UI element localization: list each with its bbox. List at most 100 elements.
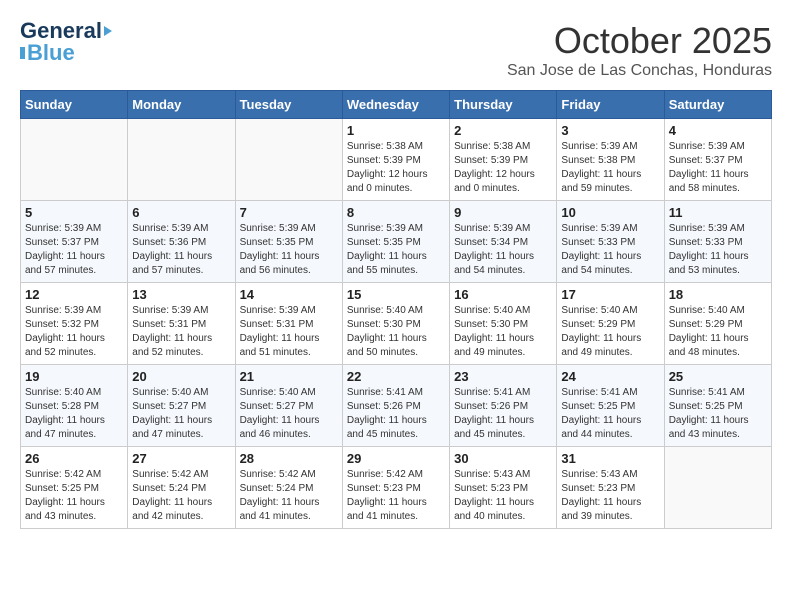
calendar-cell: 22Sunrise: 5:41 AMSunset: 5:26 PMDayligh… xyxy=(342,365,449,447)
calendar-cell: 7 Sunrise: 5:39 AMSunset: 5:35 PMDaylight… xyxy=(235,201,342,283)
calendar-cell: 20Sunrise: 5:40 AMSunset: 5:27 PMDayligh… xyxy=(128,365,235,447)
calendar-cell: 18 Sunrise: 5:40 AMSunset: 5:29 PMDayligh… xyxy=(664,283,771,365)
day-info: Sunrise: 5:42 AMSunset: 5:23 PMDaylight:… xyxy=(347,468,445,524)
day-number: 22 xyxy=(347,369,445,384)
calendar-title: October 2025 xyxy=(507,20,772,62)
day-info: Sunrise: 5:40 AMSunset: 5:29 PMDaylight:… xyxy=(561,304,659,360)
day-number: 19 xyxy=(25,369,123,384)
calendar-cell: 25 Sunrise: 5:41 AMSunset: 5:25 PMDayligh… xyxy=(664,365,771,447)
calendar-cell: 6 Sunrise: 5:39 AMSunset: 5:36 PMDaylight… xyxy=(128,201,235,283)
calendar-cell: 21 Sunrise: 5:40 AMSunset: 5:27 PMDayligh… xyxy=(235,365,342,447)
day-number: 12 xyxy=(25,287,123,302)
day-info: Sunrise: 5:38 AMSunset: 5:39 PMDaylight:… xyxy=(347,140,445,196)
calendar-cell: 19Sunrise: 5:40 AMSunset: 5:28 PMDayligh… xyxy=(21,365,128,447)
day-number: 27 xyxy=(132,451,230,466)
calendar-cell: 17 Sunrise: 5:40 AMSunset: 5:29 PMDayligh… xyxy=(557,283,664,365)
day-info: Sunrise: 5:39 AMSunset: 5:31 PMDaylight:… xyxy=(240,304,338,360)
calendar-week-2: 12 Sunrise: 5:39 AMSunset: 5:32 PMDayligh… xyxy=(21,283,772,365)
day-info: Sunrise: 5:39 AMSunset: 5:32 PMDaylight:… xyxy=(25,304,123,360)
day-info: Sunrise: 5:39 AMSunset: 5:35 PMDaylight:… xyxy=(347,222,445,278)
weekday-header-saturday: Saturday xyxy=(664,91,771,119)
day-info: Sunrise: 5:39 AMSunset: 5:35 PMDaylight:… xyxy=(240,222,338,278)
weekday-row: SundayMondayTuesdayWednesdayThursdayFrid… xyxy=(21,91,772,119)
calendar-cell: 28 Sunrise: 5:42 AMSunset: 5:24 PMDayligh… xyxy=(235,447,342,529)
calendar-cell: 8 Sunrise: 5:39 AMSunset: 5:35 PMDaylight… xyxy=(342,201,449,283)
day-number: 14 xyxy=(240,287,338,302)
calendar-cell: 10Sunrise: 5:39 AMSunset: 5:33 PMDayligh… xyxy=(557,201,664,283)
logo-general: General xyxy=(20,20,102,42)
calendar-cell xyxy=(235,119,342,201)
calendar-week-0: 1 Sunrise: 5:38 AMSunset: 5:39 PMDaylight… xyxy=(21,119,772,201)
calendar-cell: 12 Sunrise: 5:39 AMSunset: 5:32 PMDayligh… xyxy=(21,283,128,365)
day-number: 18 xyxy=(669,287,767,302)
day-info: Sunrise: 5:41 AMSunset: 5:26 PMDaylight:… xyxy=(454,386,552,442)
calendar-cell: 4Sunrise: 5:39 AMSunset: 5:37 PMDaylight… xyxy=(664,119,771,201)
day-info: Sunrise: 5:42 AMSunset: 5:24 PMDaylight:… xyxy=(240,468,338,524)
weekday-header-friday: Friday xyxy=(557,91,664,119)
calendar-cell: 26 Sunrise: 5:42 AMSunset: 5:25 PMDayligh… xyxy=(21,447,128,529)
calendar-cell: 30 Sunrise: 5:43 AMSunset: 5:23 PMDayligh… xyxy=(450,447,557,529)
calendar-cell: 15Sunrise: 5:40 AMSunset: 5:30 PMDayligh… xyxy=(342,283,449,365)
day-number: 24 xyxy=(561,369,659,384)
day-number: 20 xyxy=(132,369,230,384)
day-info: Sunrise: 5:39 AMSunset: 5:38 PMDaylight:… xyxy=(561,140,659,196)
day-number: 25 xyxy=(669,369,767,384)
day-info: Sunrise: 5:41 AMSunset: 5:25 PMDaylight:… xyxy=(669,386,767,442)
day-info: Sunrise: 5:43 AMSunset: 5:23 PMDaylight:… xyxy=(454,468,552,524)
title-area: October 2025 San Jose de Las Conchas, Ho… xyxy=(507,20,772,80)
day-info: Sunrise: 5:39 AMSunset: 5:33 PMDaylight:… xyxy=(561,222,659,278)
logo-bar-icon xyxy=(20,47,25,59)
calendar-cell: 16 Sunrise: 5:40 AMSunset: 5:30 PMDayligh… xyxy=(450,283,557,365)
day-number: 6 xyxy=(132,205,230,220)
day-number: 31 xyxy=(561,451,659,466)
logo: General Blue xyxy=(20,20,112,64)
day-info: Sunrise: 5:38 AMSunset: 5:39 PMDaylight:… xyxy=(454,140,552,196)
day-info: Sunrise: 5:40 AMSunset: 5:27 PMDaylight:… xyxy=(240,386,338,442)
day-number: 16 xyxy=(454,287,552,302)
day-number: 30 xyxy=(454,451,552,466)
page-header: General Blue October 2025 San Jose de La… xyxy=(20,20,772,80)
calendar-week-1: 5Sunrise: 5:39 AMSunset: 5:37 PMDaylight… xyxy=(21,201,772,283)
day-info: Sunrise: 5:39 AMSunset: 5:36 PMDaylight:… xyxy=(132,222,230,278)
day-info: Sunrise: 5:42 AMSunset: 5:25 PMDaylight:… xyxy=(25,468,123,524)
calendar-cell: 9Sunrise: 5:39 AMSunset: 5:34 PMDaylight… xyxy=(450,201,557,283)
day-number: 9 xyxy=(454,205,552,220)
day-number: 8 xyxy=(347,205,445,220)
calendar-cell: 24 Sunrise: 5:41 AMSunset: 5:25 PMDayligh… xyxy=(557,365,664,447)
day-info: Sunrise: 5:41 AMSunset: 5:25 PMDaylight:… xyxy=(561,386,659,442)
weekday-header-wednesday: Wednesday xyxy=(342,91,449,119)
day-info: Sunrise: 5:40 AMSunset: 5:30 PMDaylight:… xyxy=(454,304,552,360)
calendar-cell xyxy=(128,119,235,201)
logo-blue: Blue xyxy=(27,42,75,64)
calendar-cell: 31Sunrise: 5:43 AMSunset: 5:23 PMDayligh… xyxy=(557,447,664,529)
day-info: Sunrise: 5:40 AMSunset: 5:29 PMDaylight:… xyxy=(669,304,767,360)
day-number: 4 xyxy=(669,123,767,138)
calendar-cell xyxy=(21,119,128,201)
calendar-cell xyxy=(664,447,771,529)
day-number: 5 xyxy=(25,205,123,220)
day-info: Sunrise: 5:39 AMSunset: 5:31 PMDaylight:… xyxy=(132,304,230,360)
day-number: 7 xyxy=(240,205,338,220)
day-number: 1 xyxy=(347,123,445,138)
day-number: 26 xyxy=(25,451,123,466)
calendar-cell: 27Sunrise: 5:42 AMSunset: 5:24 PMDayligh… xyxy=(128,447,235,529)
day-number: 3 xyxy=(561,123,659,138)
calendar-cell: 3 Sunrise: 5:39 AMSunset: 5:38 PMDaylight… xyxy=(557,119,664,201)
weekday-header-thursday: Thursday xyxy=(450,91,557,119)
calendar-header: SundayMondayTuesdayWednesdayThursdayFrid… xyxy=(21,91,772,119)
weekday-header-sunday: Sunday xyxy=(21,91,128,119)
calendar-cell: 11Sunrise: 5:39 AMSunset: 5:33 PMDayligh… xyxy=(664,201,771,283)
day-number: 11 xyxy=(669,205,767,220)
day-number: 28 xyxy=(240,451,338,466)
day-number: 21 xyxy=(240,369,338,384)
day-number: 13 xyxy=(132,287,230,302)
calendar-subtitle: San Jose de Las Conchas, Honduras xyxy=(507,62,772,80)
logo-arrow-icon xyxy=(104,26,112,36)
calendar-cell: 29Sunrise: 5:42 AMSunset: 5:23 PMDayligh… xyxy=(342,447,449,529)
calendar-week-3: 19Sunrise: 5:40 AMSunset: 5:28 PMDayligh… xyxy=(21,365,772,447)
day-number: 23 xyxy=(454,369,552,384)
weekday-header-tuesday: Tuesday xyxy=(235,91,342,119)
day-number: 17 xyxy=(561,287,659,302)
calendar-body: 1 Sunrise: 5:38 AMSunset: 5:39 PMDaylight… xyxy=(21,119,772,529)
calendar-cell: 23 Sunrise: 5:41 AMSunset: 5:26 PMDayligh… xyxy=(450,365,557,447)
